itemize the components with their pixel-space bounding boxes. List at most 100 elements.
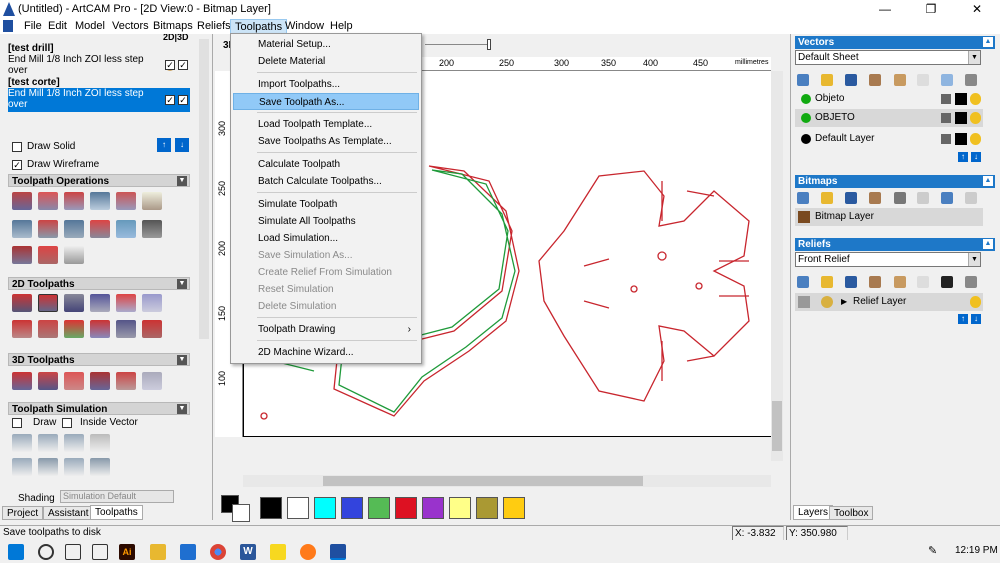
chrome-icon[interactable] [210, 544, 226, 560]
menu-bitmaps[interactable]: Bitmaps [149, 19, 197, 34]
pen-icon[interactable]: ✎ [928, 544, 940, 560]
toolpath-simulation-header[interactable]: Toolpath Simulation ▼ [8, 402, 190, 415]
color-swatch[interactable] [422, 497, 444, 519]
wizard-icon[interactable] [142, 320, 162, 338]
color-swatch[interactable] [314, 497, 336, 519]
3d-toolpaths-header[interactable]: 3D Toolpaths ▼ [8, 353, 190, 366]
add-icon[interactable] [941, 74, 953, 86]
sim-option-icon[interactable] [12, 458, 32, 476]
profile-toolpath-icon[interactable] [12, 294, 32, 312]
delete-icon[interactable] [965, 74, 977, 86]
rest-machining-icon[interactable] [116, 372, 136, 390]
color-swatch[interactable] [287, 497, 309, 519]
layer-row-selected[interactable]: OBJETO [795, 109, 983, 127]
menu-item-toolpath-drawing[interactable]: Toolpath Drawing › [233, 321, 419, 338]
left-scrollbar[interactable] [199, 39, 209, 339]
tab-assistant[interactable]: Assistant [43, 506, 94, 520]
machine-vectors-icon[interactable] [90, 320, 110, 338]
properties-icon[interactable] [965, 192, 977, 204]
sim-block-icon[interactable] [90, 434, 110, 452]
3d-finishing-icon[interactable] [64, 372, 84, 390]
lock-icon[interactable] [941, 113, 951, 123]
collapse-icon[interactable]: ▲ [983, 37, 993, 47]
doc-icon[interactable] [3, 20, 13, 32]
tab-project[interactable]: Project [2, 506, 44, 520]
toolpath-op-icon[interactable] [64, 246, 84, 264]
menu-item-calculate-toolpath[interactable]: Calculate Toolpath [233, 156, 419, 173]
toolpath-lock-checkbox[interactable]: ✓ [178, 95, 188, 105]
menu-edit[interactable]: Edit [44, 19, 71, 34]
toolpath-item[interactable]: End Mill 1/8 Inch ZOI less step over [8, 54, 148, 76]
collapse-icon[interactable]: ▼ [177, 176, 187, 186]
color-swatch[interactable] [449, 497, 471, 519]
view-toggle[interactable]: 2D|3D [163, 34, 189, 42]
toolpath-op-icon[interactable] [38, 246, 58, 264]
toolpath-op-icon[interactable] [12, 246, 32, 264]
fluting-icon[interactable] [38, 320, 58, 338]
menu-item-load-simulation[interactable]: Load Simulation... [233, 230, 419, 247]
menu-item-simulate-all[interactable]: Simulate All Toolpaths [233, 213, 419, 230]
edit-icon[interactable] [955, 93, 967, 105]
collapse-icon[interactable]: ▼ [177, 355, 187, 365]
toolpath-op-icon[interactable] [116, 192, 136, 210]
display-icon[interactable] [894, 192, 906, 204]
bulb-icon[interactable] [970, 296, 981, 308]
edit-icon[interactable] [955, 112, 967, 124]
move-down-button[interactable]: ↓ [175, 138, 189, 152]
edit-icon[interactable] [955, 133, 967, 145]
menu-help[interactable]: Help [326, 19, 357, 34]
search-icon[interactable] [38, 544, 54, 560]
layer-color-dot[interactable] [801, 134, 811, 144]
artcam-taskbar-icon[interactable] [330, 544, 346, 560]
machine-relief-icon[interactable] [12, 372, 32, 390]
relief-layer-row[interactable]: ▶ Relief Layer [795, 293, 983, 311]
collapse-icon[interactable]: ▲ [983, 176, 993, 186]
tab-layers[interactable]: Layers [793, 505, 834, 520]
menu-toolpaths[interactable]: Toolpaths [230, 19, 288, 34]
collapse-icon[interactable]: ▼ [177, 279, 187, 289]
inside-vector-checkbox[interactable] [62, 418, 72, 428]
bulb-icon[interactable] [970, 112, 981, 124]
2d-toolpaths-header[interactable]: 2D Toolpaths ▼ [8, 277, 190, 290]
toolpath-visible-checkbox[interactable]: ✓ [165, 60, 175, 70]
drilling-icon[interactable] [64, 294, 84, 312]
collapse-icon[interactable]: ▲ [983, 239, 993, 249]
open-folder-icon[interactable] [821, 74, 833, 86]
ruler-units[interactable]: millimetres [735, 59, 768, 66]
paste-icon[interactable] [917, 74, 929, 86]
task-view-icon[interactable] [65, 544, 81, 560]
bitmap-layer-row[interactable]: Bitmap Layer [795, 208, 983, 226]
menu-item-save-template[interactable]: Save Toolpaths As Template... [233, 133, 419, 150]
expand-arrow-icon[interactable]: ▶ [841, 293, 847, 311]
vector-sheet-dropdown[interactable]: Default Sheet ▼ [795, 50, 981, 65]
scroll-thumb[interactable] [323, 476, 643, 486]
delete-icon[interactable] [941, 192, 953, 204]
move-down-button[interactable]: ↓ [971, 314, 981, 324]
minimize-button[interactable]: — [862, 0, 908, 18]
shading-dropdown[interactable]: Simulation Default [60, 490, 174, 503]
save-icon[interactable] [845, 74, 857, 86]
collapse-icon[interactable]: ▼ [177, 404, 187, 414]
toolpath-op-icon[interactable] [90, 220, 110, 238]
firefox-icon[interactable] [300, 544, 316, 560]
menu-window[interactable]: Window [281, 19, 328, 34]
maximize-button[interactable]: ❐ [908, 0, 954, 18]
color-swatch[interactable] [476, 497, 498, 519]
horizontal-scrollbar[interactable] [243, 475, 771, 487]
sim-option-icon[interactable] [64, 458, 84, 476]
color-swatch[interactable] [341, 497, 363, 519]
menu-item-batch-calculate[interactable]: Batch Calculate Toolpaths... [233, 173, 419, 190]
menu-item-delete-material[interactable]: Delete Material [233, 53, 419, 70]
vbit-carving-icon[interactable] [90, 294, 110, 312]
tab-toolbox[interactable]: Toolbox [829, 506, 874, 520]
mail-icon[interactable] [180, 544, 196, 560]
toolpath-op-icon[interactable] [12, 220, 32, 238]
simulate-icon[interactable] [12, 434, 32, 452]
layer-color-dot[interactable] [801, 94, 811, 104]
tab-toolpaths[interactable]: Toolpaths [90, 505, 143, 520]
menu-item-import-toolpaths[interactable]: Import Toolpaths... [233, 76, 419, 93]
move-down-button[interactable]: ↓ [971, 152, 981, 162]
move-up-button[interactable]: ↑ [958, 314, 968, 324]
color-swatch[interactable] [368, 497, 390, 519]
copy-icon[interactable] [894, 276, 906, 288]
